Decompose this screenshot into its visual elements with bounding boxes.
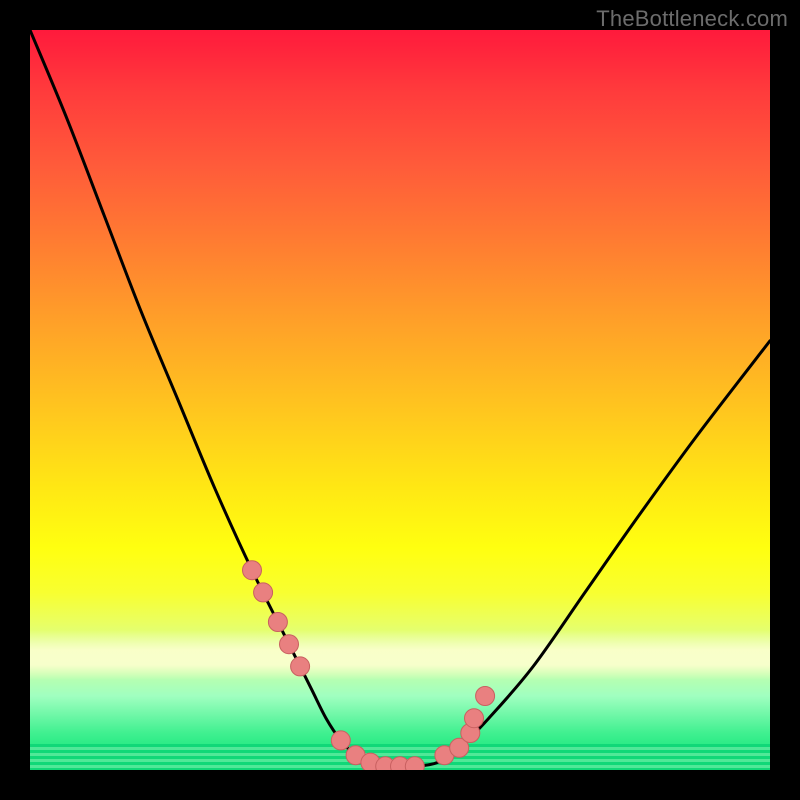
curve-marker [476, 687, 495, 706]
curve-marker [291, 657, 310, 676]
bottleneck-curve [30, 30, 770, 770]
curve-marker [331, 731, 350, 750]
plot-area [30, 30, 770, 770]
curve-marker [243, 561, 262, 580]
curve-marker [268, 613, 287, 632]
curve-marker [405, 757, 424, 770]
curve-marker [465, 709, 484, 728]
watermark-text: TheBottleneck.com [596, 6, 788, 32]
curve-marker [280, 635, 299, 654]
chart-frame: TheBottleneck.com [0, 0, 800, 800]
curve-marker [254, 583, 273, 602]
